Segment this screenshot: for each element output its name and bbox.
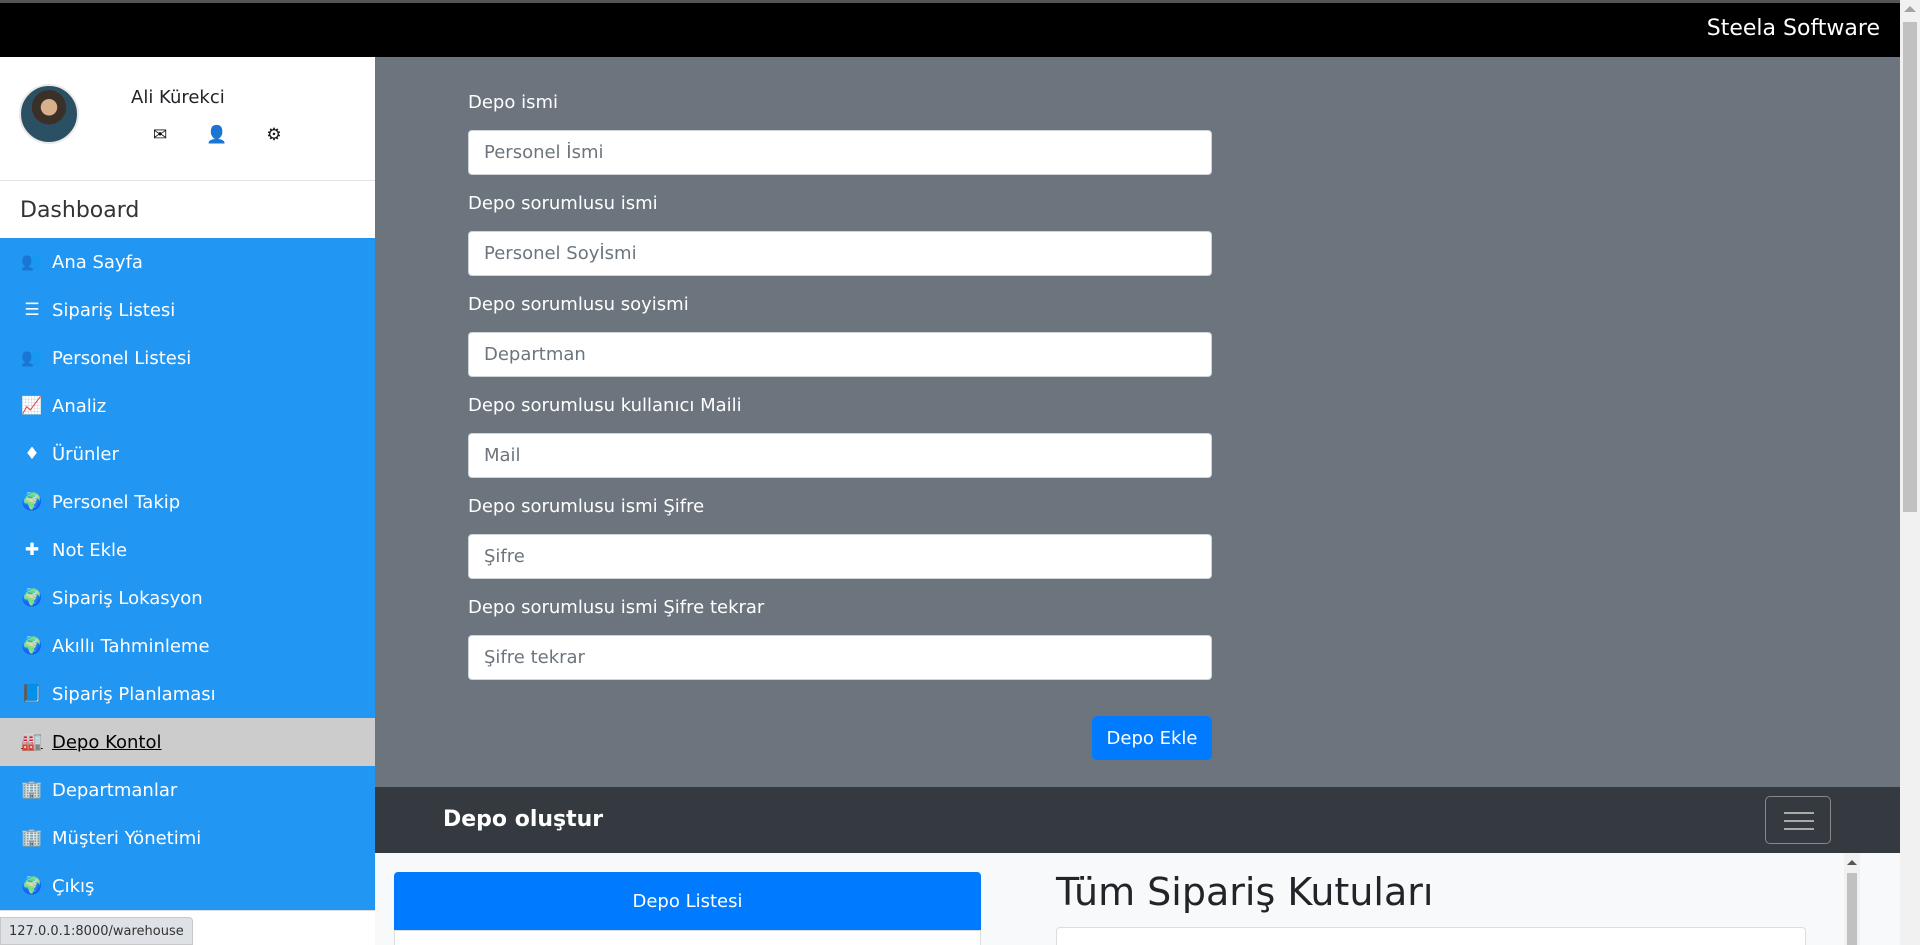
sidebar-item-label: Analiz xyxy=(52,395,107,417)
navbar-toggler-button[interactable] xyxy=(1765,796,1831,844)
form-input[interactable] xyxy=(468,130,1212,175)
field-label: Depo sorumlusu kullanıcı Maili xyxy=(468,395,742,416)
sidebar-item[interactable]: 🏭 Depo Kontol xyxy=(0,718,375,766)
warehouse-list-panel: Depo Listesi xyxy=(375,853,1000,945)
hamburger-icon xyxy=(1784,812,1814,830)
field-label: Depo sorumlusu soyismi xyxy=(468,294,689,315)
page-scrollbar[interactable] xyxy=(1900,0,1920,945)
panel-scroll-thumb[interactable] xyxy=(1847,873,1857,945)
plus-icon: ✚ xyxy=(24,540,40,560)
sidebar-item[interactable]: 👥 Ana Sayfa xyxy=(0,238,375,286)
sidebar-item-label: Sipariş Lokasyon xyxy=(52,587,203,609)
panel-scrollbar[interactable] xyxy=(1844,853,1860,945)
scroll-up-icon[interactable] xyxy=(1904,6,1916,12)
sidebar-item-label: Personel Takip xyxy=(52,491,181,513)
globe-icon: 🌍 xyxy=(21,492,43,512)
sidebar-item[interactable]: 🏢 Müşteri Yönetimi xyxy=(0,814,375,862)
sidebar-nav: 👥 Ana Sayfa ☰ Sipariş Listesi 👥 Personel List… xyxy=(0,238,375,910)
globe-icon: 🌍 xyxy=(21,876,43,896)
sidebar-item-label: Not Ekle xyxy=(52,539,128,561)
users-icon: 👥 xyxy=(21,348,43,368)
section-title: Depo oluştur xyxy=(443,807,604,832)
form-input[interactable] xyxy=(468,231,1212,276)
form-input[interactable] xyxy=(468,332,1212,377)
sidebar-item-label: Müşteri Yönetimi xyxy=(52,827,202,849)
sidebar-item[interactable]: 🌍 Akıllı Tahminleme xyxy=(0,622,375,670)
field-label: Depo sorumlusu ismi Şifre tekrar xyxy=(468,597,765,618)
scroll-up-icon[interactable] xyxy=(1847,860,1857,865)
profile-panel: Ali Kürekci ✉ 👤 ⚙ xyxy=(0,57,375,181)
diamond-icon: ♦ xyxy=(24,444,40,464)
book-icon: 📘 xyxy=(21,684,43,704)
page-scroll-thumb[interactable] xyxy=(1903,22,1917,512)
form-input[interactable] xyxy=(468,433,1212,478)
list-icon: ☰ xyxy=(24,300,40,320)
sidebar-item-label: Ana Sayfa xyxy=(52,251,143,273)
sidebar-item[interactable]: ♦ Ürünler xyxy=(0,430,375,478)
sidebar-item[interactable]: ☰ Sipariş Listesi xyxy=(0,286,375,334)
envelope-icon[interactable]: ✉ xyxy=(150,125,170,145)
warehouse-list-button[interactable]: Depo Listesi xyxy=(394,872,981,930)
sidebar-item[interactable]: ✚ Not Ekle xyxy=(0,526,375,574)
warehouse-form: Depo Ekle Depo ismi Depo sorumlusu ismi De… xyxy=(375,57,1900,787)
orders-title: Tüm Sipariş Kutuları xyxy=(1056,870,1434,914)
sidebar: Ali Kürekci ✉ 👤 ⚙ Dashboard 👥 Ana Sayfa ☰ S… xyxy=(0,57,375,945)
sidebar-item-label: Ürünler xyxy=(52,443,119,465)
brand-title[interactable]: Steela Software xyxy=(1707,16,1880,41)
field-label: Depo sorumlusu ismi xyxy=(468,193,658,214)
warehouse-list-body xyxy=(394,930,981,945)
sidebar-item-label: Depo Kontol xyxy=(52,731,162,753)
globe-icon: 🌍 xyxy=(21,636,43,656)
sidebar-item-label: Departmanlar xyxy=(52,779,178,801)
sidebar-item-label: Sipariş Listesi xyxy=(52,299,176,321)
industry-icon: 🏭 xyxy=(21,732,43,752)
sidebar-item[interactable]: 🌍 Çıkış xyxy=(0,862,375,910)
sidebar-item[interactable]: 📈 Analiz xyxy=(0,382,375,430)
section-navbar: Depo oluştur xyxy=(375,787,1900,853)
top-header: Steela Software xyxy=(0,0,1900,57)
sidebar-item[interactable]: 🏢 Departmanlar xyxy=(0,766,375,814)
sidebar-item[interactable]: 📘 Sipariş Planlaması xyxy=(0,670,375,718)
globe-icon: 🌍 xyxy=(21,588,43,608)
users-icon: 👥 xyxy=(21,252,43,272)
building-icon: 🏢 xyxy=(21,780,43,800)
sidebar-item[interactable]: 👥 Personel Listesi xyxy=(0,334,375,382)
user-name: Ali Kürekci xyxy=(131,87,225,108)
avatar[interactable] xyxy=(19,84,79,144)
sidebar-title: Dashboard xyxy=(20,198,140,223)
orders-panel: Tüm Sipariş Kutuları xyxy=(1018,853,1900,945)
line-chart-icon: 📈 xyxy=(21,396,43,416)
sidebar-item-label: Sipariş Planlaması xyxy=(52,683,216,705)
gear-icon[interactable]: ⚙ xyxy=(264,125,284,145)
user-icon[interactable]: 👤 xyxy=(206,125,227,145)
status-url: 127.0.0.1:8000/warehouse xyxy=(0,917,193,945)
sidebar-item-label: Personel Listesi xyxy=(52,347,192,369)
orders-box xyxy=(1056,927,1806,945)
form-input[interactable] xyxy=(468,635,1212,680)
add-warehouse-button[interactable]: Depo Ekle xyxy=(1092,716,1212,760)
sidebar-item-label: Çıkış xyxy=(52,875,95,897)
sidebar-item[interactable]: 🌍 Sipariş Lokasyon xyxy=(0,574,375,622)
sidebar-item[interactable]: 🌍 Personel Takip xyxy=(0,478,375,526)
sidebar-item-label: Akıllı Tahminleme xyxy=(52,635,210,657)
building-icon: 🏢 xyxy=(21,828,43,848)
field-label: Depo ismi xyxy=(468,92,559,113)
form-input[interactable] xyxy=(468,534,1212,579)
field-label: Depo sorumlusu ismi Şifre xyxy=(468,496,705,517)
